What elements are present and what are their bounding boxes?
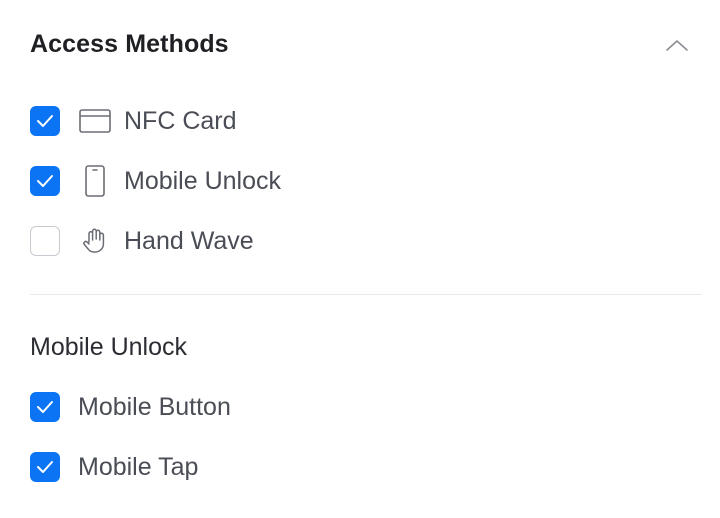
mobile-button-label: Mobile Button	[78, 392, 231, 421]
nfc-card-checkbox[interactable]	[30, 106, 60, 136]
mobile-tap-label: Mobile Tap	[78, 452, 199, 481]
mobile-button-checkbox[interactable]	[30, 392, 60, 422]
phone-icon	[78, 165, 112, 197]
hand-wave-label: Hand Wave	[124, 226, 254, 255]
access-method-mobile-unlock[interactable]: Mobile Unlock	[30, 165, 281, 197]
card-icon	[78, 105, 112, 137]
checkmark-icon	[37, 461, 53, 473]
access-method-nfc-card[interactable]: NFC Card	[30, 105, 237, 137]
mobile-unlock-checkbox[interactable]	[30, 166, 60, 196]
checkmark-icon	[37, 401, 53, 413]
access-settings-panel: Access Methods NFC Card Mobile Unlock Ha…	[0, 0, 720, 518]
checkmark-icon	[37, 175, 53, 187]
nfc-card-label: NFC Card	[124, 106, 237, 135]
hand-icon	[78, 225, 112, 257]
section-divider	[30, 294, 702, 295]
mobile-unlock-option-button[interactable]: Mobile Button	[30, 391, 231, 423]
access-methods-title: Access Methods	[30, 30, 229, 58]
mobile-unlock-section-title: Mobile Unlock	[30, 333, 188, 361]
access-method-hand-wave[interactable]: Hand Wave	[30, 225, 254, 257]
checkmark-icon	[37, 115, 53, 127]
mobile-unlock-option-tap[interactable]: Mobile Tap	[30, 451, 198, 483]
chevron-up-icon[interactable]	[664, 32, 690, 58]
mobile-tap-checkbox[interactable]	[30, 452, 60, 482]
hand-wave-checkbox[interactable]	[30, 226, 60, 256]
mobile-unlock-label: Mobile Unlock	[124, 166, 282, 195]
access-methods-header[interactable]: Access Methods	[30, 28, 690, 66]
